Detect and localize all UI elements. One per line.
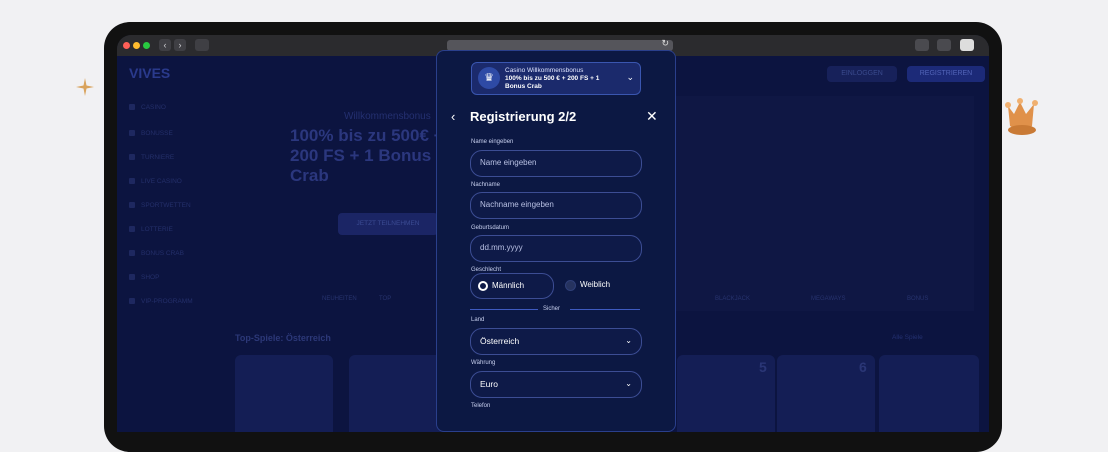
card-rank: 6	[859, 359, 867, 375]
sidebar-item-sportwetten[interactable]: SPORTWETTEN	[129, 202, 191, 209]
currency-select[interactable]: Euro ⌄	[470, 371, 642, 398]
back-icon[interactable]: ‹	[159, 39, 171, 51]
country-select[interactable]: Österreich ⌄	[470, 328, 642, 355]
last-name-label: Nachname	[471, 182, 501, 188]
ticket-icon	[129, 226, 135, 233]
reload-icon[interactable]: ↻	[661, 38, 669, 49]
site-sidebar: CASINO BONUSSE TURNIERE LIVE CASINO SPOR…	[117, 90, 227, 432]
modal-title: Registrierung 2/2	[470, 109, 577, 124]
all-games-link[interactable]: Alle Spiele	[892, 334, 923, 341]
sidebar-item-bonusse[interactable]: BONUSSE	[129, 130, 173, 137]
last-name-placeholder: Nachname eingeben	[480, 200, 554, 209]
gender-male-radio[interactable]: Männlich	[470, 273, 554, 299]
laptop-screen: ‹ › ↻ VIVES EINLOGGEN REGISTRIEREN CASIN…	[117, 35, 989, 432]
bonus-title: Casino Willkommensbonus	[505, 67, 584, 74]
bonus-badge-icon: ♛	[478, 67, 500, 89]
game-card[interactable]	[349, 355, 447, 432]
game-card[interactable]	[879, 355, 979, 432]
back-arrow-icon[interactable]: ‹	[451, 109, 455, 124]
first-name-label: Name eingeben	[471, 139, 514, 145]
crab-icon	[129, 250, 135, 257]
shop-icon	[129, 274, 135, 281]
hero-image	[674, 96, 974, 311]
divider-left	[470, 309, 538, 310]
sidebar-item-lotterie[interactable]: LOTTERIE	[129, 226, 173, 233]
game-card[interactable]: 6	[777, 355, 875, 432]
sidebar-item-shop[interactable]: SHOP	[129, 274, 159, 281]
birth-date-placeholder: dd.mm.yyyy	[480, 243, 523, 252]
close-icon[interactable]: ✕	[646, 108, 658, 125]
currency-value: Euro	[480, 379, 498, 389]
maximize-window-dot[interactable]	[143, 42, 150, 49]
bonus-icon	[129, 130, 135, 137]
crown-icon	[129, 298, 135, 305]
first-name-input[interactable]: Name eingeben	[470, 150, 642, 177]
sidebar-toggle-icon[interactable]	[195, 39, 209, 51]
hero-banner: Willkommensbonus 100% bis zu 500€ + 200 …	[232, 111, 452, 186]
hero-title: 100% bis zu 500€ + 200 FS + 1 Bonus Crab	[290, 126, 444, 185]
login-button[interactable]: EINLOGGEN	[827, 66, 897, 82]
bonus-description: 100% bis zu 500 € + 200 FS + 1 Bonus Cra…	[505, 75, 600, 90]
close-window-dot[interactable]	[123, 42, 130, 49]
section-title: Top-Spiele: Österreich	[235, 333, 331, 343]
sidebar-item-bonus-crab[interactable]: BONUS CRAB	[129, 250, 184, 257]
forward-icon[interactable]: ›	[174, 39, 186, 51]
category-megaways[interactable]: MEGAWAYS	[811, 296, 845, 302]
register-button[interactable]: REGISTRIEREN	[907, 66, 985, 82]
phone-label: Telefon	[471, 403, 491, 409]
chevron-down-icon: ⌄	[625, 379, 632, 388]
category-top[interactable]: TOP	[379, 296, 391, 302]
minimize-window-dot[interactable]	[133, 42, 140, 49]
gender-male-label: Männlich	[492, 281, 525, 290]
sidebar-item-live-casino[interactable]: LIVE CASINO	[129, 178, 182, 185]
registration-modal: ♛ Casino Willkommensbonus 100% bis zu 50…	[436, 50, 676, 432]
download-icon[interactable]	[960, 39, 974, 51]
currency-label: Währung	[471, 360, 496, 366]
category-blackjack[interactable]: BLACKJACK	[715, 296, 750, 302]
chevron-down-icon: ⌄	[626, 72, 634, 82]
radio-selected-icon	[478, 281, 488, 291]
bonus-selector[interactable]: ♛ Casino Willkommensbonus 100% bis zu 50…	[471, 62, 641, 95]
sidebar-item-casino[interactable]: CASINO	[129, 104, 166, 111]
category-bonus[interactable]: BONUS	[907, 296, 928, 302]
crown-mascot-icon	[1005, 98, 1038, 135]
sidebar-item-turniere[interactable]: TURNIERE	[129, 154, 174, 161]
live-icon	[129, 178, 135, 185]
tabs-icon[interactable]	[937, 39, 951, 51]
trophy-icon	[129, 154, 135, 161]
card-rank: 5	[759, 359, 767, 375]
gender-female-label[interactable]: Weiblich	[580, 280, 610, 289]
sidebar-item-vip[interactable]: VIP-PROGRAMM	[129, 298, 193, 305]
divider-right	[570, 309, 640, 310]
sport-icon	[129, 202, 135, 209]
game-card[interactable]: 5	[677, 355, 775, 432]
share-icon[interactable]	[915, 39, 929, 51]
hero-cta-button[interactable]: JETZT TEILNEHMEN	[338, 213, 438, 235]
country-value: Österreich	[480, 336, 520, 346]
chevron-down-icon: ⌄	[625, 336, 632, 345]
site-logo[interactable]: VIVES	[129, 65, 209, 81]
secure-divider: Sicher	[543, 306, 561, 312]
gender-female-radio[interactable]	[565, 280, 576, 291]
category-new[interactable]: NEUHEITEN	[322, 296, 357, 302]
sparkle-icon	[76, 78, 94, 96]
last-name-input[interactable]: Nachname eingeben	[470, 192, 642, 219]
first-name-placeholder: Name eingeben	[480, 158, 537, 167]
country-label: Land	[471, 317, 485, 323]
birth-date-input[interactable]: dd.mm.yyyy	[470, 235, 642, 262]
game-card[interactable]	[235, 355, 333, 432]
casino-icon	[129, 104, 135, 111]
birth-date-label: Geburtsdatum	[471, 225, 510, 231]
